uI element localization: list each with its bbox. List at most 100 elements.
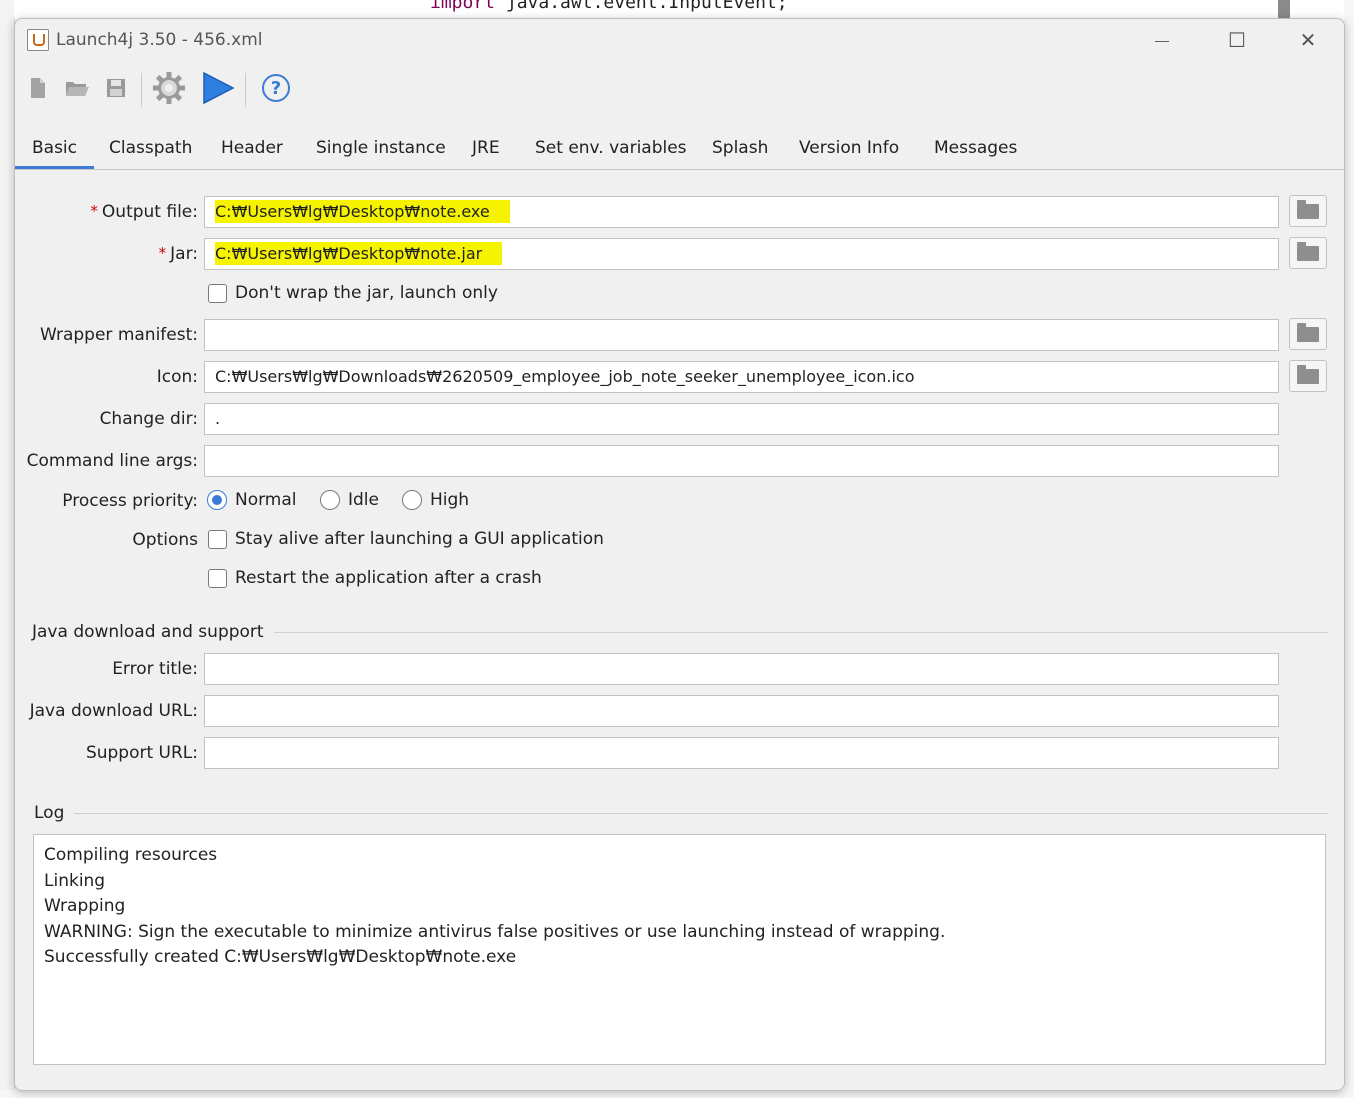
tab-set-env-variables[interactable]: Set env. variables [518, 127, 704, 169]
background-bottom-edge [0, 1090, 1354, 1098]
new-button[interactable] [20, 69, 56, 107]
command-line-args-field[interactable] [204, 445, 1279, 477]
log-section-header: Log [34, 803, 1328, 823]
close-icon: ✕ [1299, 29, 1317, 52]
minimize-button[interactable]: — [1142, 25, 1182, 55]
priority-idle-label: Idle [348, 490, 379, 510]
folder-icon [1297, 241, 1319, 261]
output-file-value: C:₩Users₩lg₩Desktop₩note.exe [215, 200, 510, 223]
required-mark: * [90, 202, 98, 220]
java-app-icon [27, 29, 49, 51]
stay-alive-checkbox[interactable] [208, 529, 227, 549]
tab-splash[interactable]: Splash [695, 127, 785, 169]
code-rest: java.awt.event.InputEvent; [505, 0, 788, 13]
restart-checkbox-row[interactable]: Restart the application after a crash [208, 568, 542, 588]
folder-icon [1297, 364, 1319, 384]
tab-classpath[interactable]: Classpath [92, 127, 209, 169]
jar-label-text: Jar: [170, 244, 198, 264]
run-play-icon [203, 71, 235, 105]
priority-idle-radio[interactable] [320, 490, 340, 510]
background-ide-sidebar [0, 0, 15, 1098]
restart-checkbox[interactable] [208, 568, 227, 588]
folder-icon [1297, 322, 1319, 342]
error-title-field[interactable] [204, 653, 1279, 685]
toolbar-separator [245, 73, 246, 107]
close-button[interactable]: ✕ [1288, 25, 1328, 55]
jar-field[interactable]: C:₩Users₩lg₩Desktop₩note.jar [204, 238, 1279, 270]
output-file-browse-button[interactable] [1289, 195, 1327, 227]
tab-basic[interactable]: Basic [15, 127, 95, 169]
background-code-line: import java.awt.event.InputEvent; [430, 0, 788, 13]
open-button[interactable] [59, 69, 95, 107]
priority-normal-label: Normal [235, 490, 297, 510]
build-button[interactable] [151, 69, 187, 107]
tab-bar: Basic Classpath Header Single instance J… [15, 127, 1344, 170]
toolbar: ? [15, 69, 1344, 109]
minimize-icon: — [1155, 32, 1169, 48]
tab-messages[interactable]: Messages [917, 127, 1034, 169]
command-line-args-label: Command line args: [26, 451, 198, 471]
icon-label: Icon: [156, 367, 198, 387]
wrapper-manifest-browse-button[interactable] [1289, 318, 1327, 350]
support-url-label: Support URL: [85, 743, 198, 763]
java-download-url-label: Java download URL: [29, 701, 198, 721]
window-title: Launch4j 3.50 - 456.xml [56, 30, 263, 50]
priority-normal-radio[interactable] [207, 490, 227, 510]
priority-high-radio[interactable] [402, 490, 422, 510]
section-divider [273, 631, 1328, 633]
process-priority-label: Process priority: [62, 491, 198, 511]
wrapper-manifest-field[interactable] [204, 319, 1279, 351]
title-bar[interactable]: Launch4j 3.50 - 456.xml — ☐ ✕ [15, 19, 1344, 63]
help-button[interactable]: ? [258, 69, 294, 107]
background-right-edge [1344, 0, 1354, 1098]
jar-value: C:₩Users₩lg₩Desktop₩note.jar [215, 242, 503, 265]
log-line: Linking [44, 870, 106, 891]
java-download-url-field[interactable] [204, 695, 1279, 727]
change-dir-field[interactable]: . [204, 403, 1279, 435]
error-title-label: Error title: [112, 659, 198, 679]
log-line: Successfully created C:₩Users₩lg₩Desktop… [44, 947, 517, 967]
restart-label: Restart the application after a crash [235, 568, 542, 588]
build-gear-icon [153, 72, 185, 104]
tab-version-info[interactable]: Version Info [782, 127, 916, 169]
stay-alive-checkbox-row[interactable]: Stay alive after launching a GUI applica… [208, 529, 604, 549]
log-line: WARNING: Sign the executable to minimize… [44, 921, 946, 942]
priority-high-label: High [430, 490, 470, 510]
log-section-title: Log [34, 803, 65, 823]
dont-wrap-checkbox-row[interactable]: Don't wrap the jar, launch only [208, 283, 498, 303]
background-scrollbar [1278, 0, 1290, 18]
save-icon [107, 79, 125, 97]
run-button[interactable] [200, 69, 236, 107]
priority-idle-option[interactable]: Idle [320, 490, 379, 510]
open-folder-icon [66, 82, 89, 96]
maximize-icon: ☐ [1228, 29, 1246, 52]
output-file-field[interactable]: C:₩Users₩lg₩Desktop₩note.exe [204, 196, 1279, 228]
tab-jre[interactable]: JRE [455, 127, 517, 169]
java-download-section-header: Java download and support [32, 622, 1328, 642]
jar-browse-button[interactable] [1289, 237, 1327, 269]
required-mark: * [158, 244, 167, 262]
log-line: Wrapping [44, 896, 126, 916]
icon-field[interactable]: C:₩Users₩lg₩Downloads₩2620509_employee_j… [204, 361, 1279, 393]
tab-single-instance[interactable]: Single instance [299, 127, 463, 169]
code-keyword: import [430, 0, 496, 13]
log-line: Compiling resources [44, 845, 218, 865]
section-divider [74, 812, 1328, 814]
priority-normal-option[interactable]: Normal [207, 490, 297, 510]
support-url-field[interactable] [204, 737, 1279, 769]
dont-wrap-checkbox[interactable] [208, 283, 227, 303]
new-file-icon [31, 78, 45, 98]
folder-icon [1297, 199, 1319, 219]
help-icon: ? [262, 74, 290, 102]
dont-wrap-label: Don't wrap the jar, launch only [235, 283, 498, 303]
maximize-button[interactable]: ☐ [1217, 25, 1257, 55]
tab-header[interactable]: Header [204, 127, 300, 169]
change-dir-label: Change dir: [99, 409, 198, 429]
log-output[interactable]: Compiling resources Linking Wrapping WAR… [33, 834, 1326, 1065]
icon-browse-button[interactable] [1289, 360, 1327, 392]
priority-high-option[interactable]: High [402, 490, 469, 510]
save-button[interactable] [98, 69, 134, 107]
options-label: Options [132, 530, 198, 550]
output-file-label: * Output file: [90, 202, 198, 222]
launch4j-window: Launch4j 3.50 - 456.xml — ☐ ✕ ? Basic Cl… [14, 18, 1345, 1091]
